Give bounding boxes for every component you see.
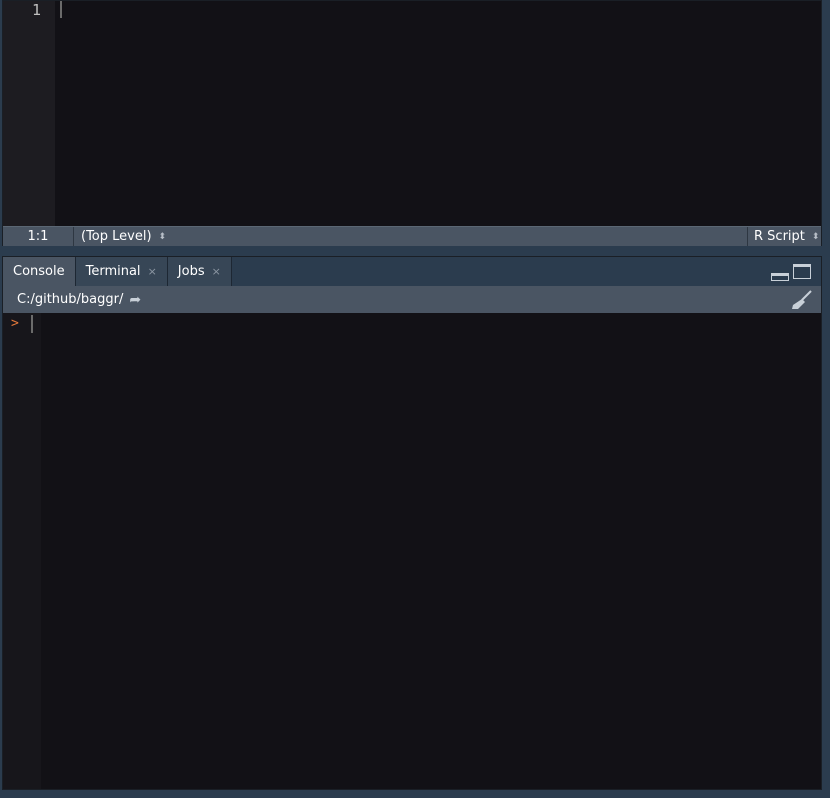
- console-pane: Console Terminal × Jobs × C:/github/bagg…: [2, 256, 822, 790]
- up-down-arrow-icon: ⬍: [811, 231, 820, 242]
- console-output-area[interactable]: >: [3, 313, 821, 789]
- source-editor-pane: 1 1:1 (Top Level) ⬍ R Script ⬍: [2, 0, 822, 246]
- tab-label: Console: [13, 264, 65, 279]
- tab-terminal[interactable]: Terminal ×: [75, 257, 168, 286]
- rstudio-window: 1 1:1 (Top Level) ⬍ R Script ⬍ Console T…: [0, 0, 830, 798]
- tab-label: Terminal: [85, 264, 141, 279]
- working-directory-bar: C:/github/baggr/ ➦: [3, 286, 821, 313]
- broom-icon[interactable]: [791, 289, 813, 310]
- line-number-gutter: 1: [3, 1, 55, 226]
- console-gutter: [3, 313, 41, 789]
- scope-label: (Top Level): [81, 229, 152, 244]
- cursor-position: 1:1: [3, 227, 74, 246]
- working-directory-path: C:/github/baggr/: [17, 292, 124, 307]
- file-type-selector[interactable]: R Script ⬍: [747, 227, 821, 246]
- line-number: 1: [31, 1, 41, 19]
- editor-status-bar: 1:1 (Top Level) ⬍ R Script ⬍: [3, 226, 821, 246]
- text-cursor: [60, 1, 62, 18]
- console-tab-bar: Console Terminal × Jobs ×: [3, 257, 821, 286]
- console-prompt: >: [11, 316, 19, 331]
- tab-bar-spacer: [232, 257, 771, 286]
- pane-controls: [771, 257, 821, 286]
- tab-label: Jobs: [177, 264, 205, 279]
- close-icon[interactable]: ×: [212, 265, 221, 278]
- tab-jobs[interactable]: Jobs ×: [167, 257, 232, 286]
- up-down-arrow-icon: ⬍: [158, 231, 167, 242]
- scope-selector[interactable]: (Top Level) ⬍: [74, 227, 747, 246]
- console-cursor: [31, 315, 33, 333]
- arrow-right-icon[interactable]: ➦: [129, 292, 141, 308]
- close-icon[interactable]: ×: [148, 265, 157, 278]
- maximize-pane-icon[interactable]: [793, 264, 811, 279]
- tab-console[interactable]: Console: [3, 257, 76, 286]
- minimize-pane-icon[interactable]: [771, 272, 789, 281]
- code-editor-area[interactable]: [55, 1, 821, 226]
- file-type-label: R Script: [754, 229, 805, 244]
